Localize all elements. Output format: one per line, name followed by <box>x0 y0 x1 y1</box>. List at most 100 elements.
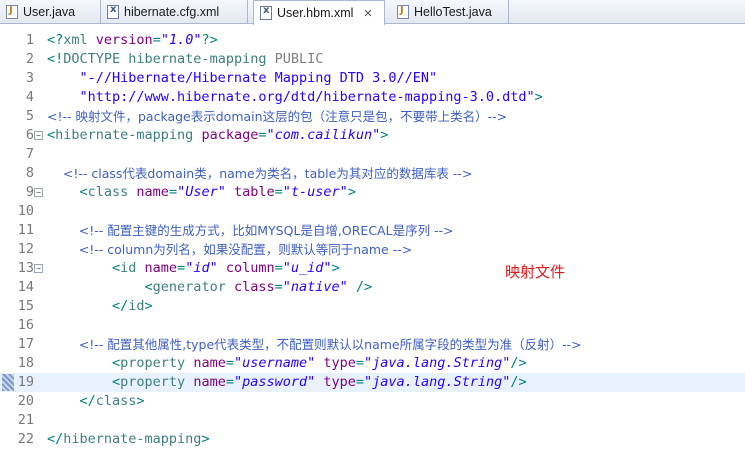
fold-toggle-icon[interactable]: − <box>34 264 43 273</box>
code-line[interactable]: 12 <!-- column为列名，如果没配置，则默认等同于name --> <box>0 240 745 259</box>
code-token: class <box>95 393 137 409</box>
code-token: "id" <box>185 260 218 276</box>
code-token: name <box>193 374 226 390</box>
code-token: = <box>152 32 161 48</box>
code-line[interactable]: 18 <property name="username" type="java.… <box>0 354 745 373</box>
code-token: "java.lang.String" <box>364 374 511 390</box>
code-line[interactable]: 19 <property name="password" type="java.… <box>0 373 745 392</box>
code-token: id <box>128 298 145 314</box>
code-line[interactable]: 2 <!DOCTYPE hibernate-mapping PUBLIC <box>0 50 745 69</box>
code-token: < <box>47 127 56 143</box>
code-token: > <box>534 89 543 105</box>
xml-file-icon <box>107 4 119 19</box>
code-token: = <box>168 184 178 200</box>
code-line[interactable]: 17 <!-- 配置其他属性,type代表类型，不配置则默认以name所属字段的… <box>0 335 745 354</box>
line-number: 5 <box>25 108 34 124</box>
code-token: > <box>136 393 145 409</box>
code-token: <!-- 配置其他属性,type代表类型，不配置则默认以name所属字段的类型为… <box>47 337 582 352</box>
close-icon[interactable]: ✕ <box>363 7 372 20</box>
code-token: name <box>144 260 178 276</box>
code-token: = <box>225 374 234 390</box>
code-token: > <box>347 184 356 200</box>
code-line[interactable]: 9− <class name="User" table="t-user"> <box>0 183 745 202</box>
code-line[interactable]: 22 </hibernate-mapping> <box>0 430 745 449</box>
line-number: 4 <box>25 89 34 105</box>
code-token: <!-- column为列名，如果没配置，则默认等同于name --> <box>47 242 413 257</box>
code-token: column <box>225 260 275 276</box>
line-number: 18 <box>17 355 34 371</box>
code-token: <!-- 配置主键的生成方式，比如MYSQL是自增,ORECAL是序列 --> <box>47 223 454 238</box>
code-line[interactable]: 8 <!-- class代表domain类，name为类名，table为其对应的… <box>0 164 745 183</box>
line-number: 17 <box>17 336 34 352</box>
line-number: 16 <box>17 317 34 333</box>
code-text: <!-- column为列名，如果没配置，则默认等同于name --> <box>47 240 412 260</box>
code-token: ?> <box>201 32 218 48</box>
code-token: "User" <box>177 184 226 200</box>
code-text: <generator class="native" /> <box>47 278 373 297</box>
code-line[interactable]: 3 "-//Hibernate/Hibernate Mapping DTD 3.… <box>0 69 745 88</box>
code-line[interactable]: 13− <id name="id" column="u_id"> <box>0 259 745 278</box>
line-number: 11 <box>17 222 34 238</box>
code-line[interactable]: 4 "http://www.hibernate.org/dtd/hibernat… <box>0 88 745 107</box>
code-text: <id name="id" column="u_id"> <box>47 259 340 278</box>
java-file-icon <box>397 5 409 19</box>
tab-hibernate-cfg-xml[interactable]: hibernate.cfg.xml <box>101 0 248 24</box>
code-token: type <box>323 355 356 371</box>
line-number: 6 <box>25 127 34 143</box>
line-number: 12 <box>17 241 34 257</box>
code-token: "1.0" <box>160 32 202 48</box>
code-text: <!DOCTYPE hibernate-mapping PUBLIC <box>47 50 323 69</box>
code-token: < <box>47 279 153 295</box>
code-token: </ <box>47 393 96 409</box>
tab-label: hibernate.cfg.xml <box>124 5 220 19</box>
code-token: < <box>47 184 88 200</box>
code-token: "u_id" <box>282 260 332 276</box>
code-line[interactable]: 14 <generator class="native" /> <box>0 278 745 297</box>
code-line[interactable]: 15 </id> <box>0 297 745 316</box>
code-line[interactable]: 6− <hibernate-mapping package="com.cailik… <box>0 126 745 145</box>
code-token: /> <box>355 279 373 295</box>
code-token: version <box>95 32 153 48</box>
code-line[interactable]: 11 <!-- 配置主键的生成方式，比如MYSQL是自增,ORECAL是序列 -… <box>0 221 745 240</box>
fold-toggle-icon[interactable]: − <box>34 188 43 197</box>
code-token: name <box>136 184 169 200</box>
code-token: "http://www.hibernate.org/dtd/hibernate-… <box>47 89 535 105</box>
tab-user-hbm-xml[interactable]: User.hbm.xml ✕ <box>253 0 385 25</box>
code-editor[interactable]: 1 <?xml version="1.0"?> 2 <!DOCTYPE hiberna… <box>0 25 745 463</box>
code-text: <property name="password" type="java.lan… <box>47 373 527 392</box>
line-number: 14 <box>17 279 34 295</box>
code-line[interactable]: 21 <box>0 411 745 430</box>
code-token: property <box>120 374 194 390</box>
line-number: 2 <box>25 51 34 67</box>
tab-hellotest-java[interactable]: HelloTest.java <box>391 0 509 24</box>
code-token: "-//Hibernate/Hibernate Mapping DTD 3.0/… <box>47 70 438 86</box>
code-text: <!-- 映射文件，package表示domain这层的包（注意只是包，不要带上… <box>47 107 507 127</box>
fold-toggle-icon[interactable]: − <box>34 131 43 140</box>
code-token: < <box>47 374 121 390</box>
line-number: 22 <box>17 431 34 447</box>
code-token: > <box>331 260 340 276</box>
code-line[interactable]: 20 </class> <box>0 392 745 411</box>
code-token: id <box>120 260 145 276</box>
code-token: "username" <box>233 355 316 371</box>
line-number: 20 <box>17 393 34 409</box>
code-token: package <box>201 127 259 143</box>
tab-label: User.java <box>23 5 76 19</box>
code-line[interactable]: 1 <?xml version="1.0"?> <box>0 31 745 50</box>
line-number: 3 <box>25 70 34 86</box>
code-token: class <box>87 184 137 200</box>
line-number: 21 <box>17 412 34 428</box>
tab-user-java[interactable]: User.java <box>0 0 101 24</box>
code-line[interactable]: 5 <!-- 映射文件，package表示domain这层的包（注意只是包，不要带… <box>0 107 745 126</box>
code-line[interactable]: 7 <box>0 145 745 164</box>
code-token: > <box>201 431 210 447</box>
code-token: hibernate-mapping <box>63 431 202 447</box>
code-text: </class> <box>47 392 145 411</box>
code-token: = <box>355 355 365 371</box>
code-token: = <box>355 374 365 390</box>
code-line[interactable]: 10 <box>0 202 745 221</box>
code-token: type <box>323 374 356 390</box>
code-text: <property name="username" type="java.lan… <box>47 354 527 373</box>
code-line[interactable]: 16 <box>0 316 745 335</box>
